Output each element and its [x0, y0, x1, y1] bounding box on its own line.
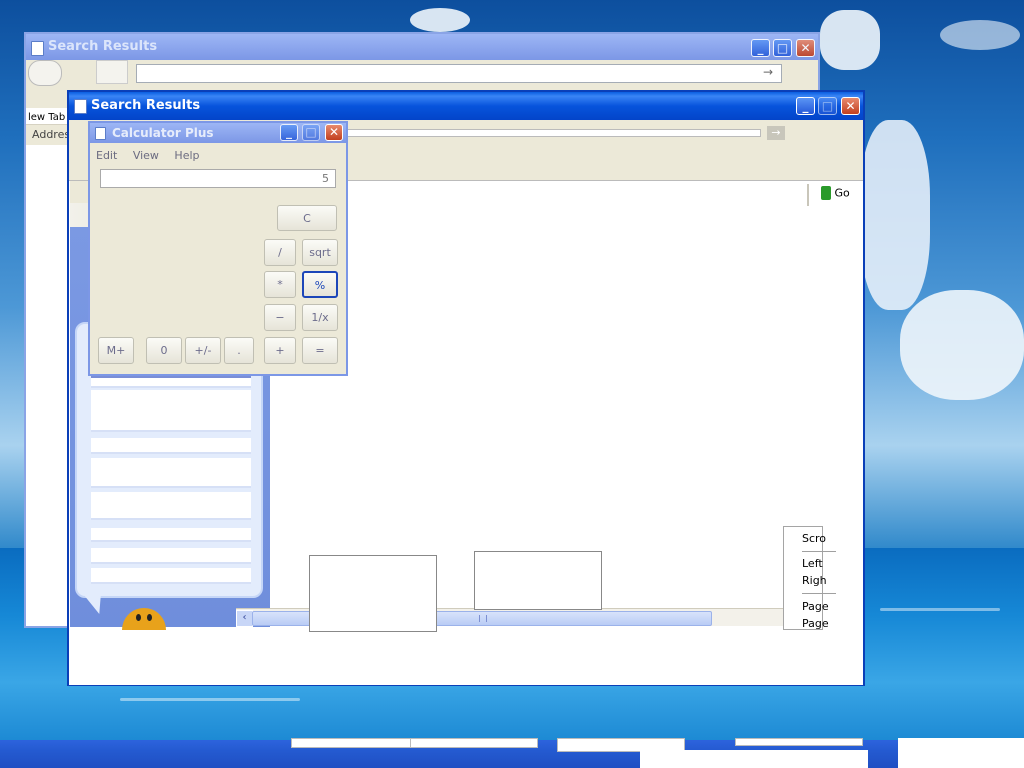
- system-tray: [898, 738, 1024, 768]
- back-button[interactable]: [28, 60, 62, 86]
- percent-button[interactable]: %: [302, 271, 338, 298]
- go-label: Go: [834, 186, 850, 200]
- minimize-button[interactable]: _: [796, 97, 815, 115]
- balloon-field: [91, 458, 251, 488]
- menu-item-scroll-here[interactable]: Scro: [802, 532, 826, 545]
- menu-item-page-right[interactable]: Page: [802, 617, 829, 630]
- clear-button[interactable]: C: [277, 205, 337, 231]
- go-arrow-icon[interactable]: →: [763, 65, 773, 79]
- taskbar-button[interactable]: [640, 750, 868, 768]
- divide-button[interactable]: /: [264, 239, 296, 266]
- sky-cloud: [900, 290, 1024, 400]
- menu-help[interactable]: Help: [174, 149, 199, 162]
- go-arrow-icon[interactable]: →: [767, 126, 785, 140]
- taskbar-button[interactable]: [291, 738, 413, 748]
- calculator-menu-bar: Edit View Help: [96, 149, 200, 162]
- menu-item-left-edge[interactable]: Left: [802, 557, 823, 570]
- close-button[interactable]: ✕: [796, 39, 815, 57]
- calculator-title-bar[interactable]: Calculator Plus _ □ ✕: [90, 123, 346, 143]
- address-field-back[interactable]: →: [136, 64, 782, 83]
- calculator-icon: [95, 127, 106, 140]
- blank-panel: [309, 555, 437, 632]
- close-button[interactable]: ✕: [841, 97, 860, 115]
- taskbar-button[interactable]: [735, 738, 863, 746]
- maximize-button[interactable]: □: [302, 124, 320, 141]
- menu-item-page-left[interactable]: Page: [802, 600, 829, 613]
- toolbar-divider: [807, 184, 809, 206]
- forward-button[interactable]: [96, 60, 128, 84]
- blank-panel: [474, 551, 602, 610]
- address-label: Addres: [32, 128, 71, 141]
- close-button[interactable]: ✕: [325, 124, 343, 141]
- menu-item-right-edge[interactable]: Righ: [802, 574, 827, 587]
- scroll-context-menu: Scro Left Righ Page Page: [783, 526, 836, 630]
- balloon-field: [91, 528, 251, 542]
- go-icon: [821, 186, 831, 200]
- minimize-button[interactable]: _: [751, 39, 770, 57]
- menu-edit[interactable]: Edit: [96, 149, 117, 162]
- decimal-button[interactable]: .: [224, 337, 254, 364]
- balloon-field: [91, 390, 251, 432]
- display-value: 5: [322, 172, 329, 185]
- sqrt-button[interactable]: sqrt: [302, 239, 338, 266]
- taskbar-button[interactable]: [410, 738, 538, 748]
- go-button[interactable]: Go: [821, 186, 861, 204]
- taskbar: [0, 738, 1024, 768]
- scroll-left-button[interactable]: ‹: [236, 610, 253, 627]
- equals-button[interactable]: =: [302, 337, 338, 364]
- title-bar-front[interactable]: Search Results _ □ ✕: [69, 92, 863, 120]
- tab-new[interactable]: lew Tab: [28, 112, 65, 123]
- plus-button[interactable]: +: [264, 337, 296, 364]
- sky-cloud: [410, 8, 470, 32]
- sky-cloud: [820, 10, 880, 70]
- memory-plus-button[interactable]: M+: [98, 337, 134, 364]
- calculator-display: 5: [100, 169, 336, 188]
- reciprocal-button[interactable]: 1/x: [302, 304, 338, 331]
- balloon-field: [91, 548, 251, 564]
- toolbar-back: →: [26, 60, 818, 88]
- page-icon: [74, 99, 87, 114]
- menu-view[interactable]: View: [133, 149, 159, 162]
- page-icon: [31, 41, 44, 56]
- minimize-button[interactable]: _: [280, 124, 298, 141]
- balloon-field: [91, 376, 251, 388]
- balloon-field: [91, 568, 251, 584]
- sky-cloud: [940, 20, 1020, 50]
- maximize-button[interactable]: □: [818, 97, 837, 115]
- sky-cloud: [860, 120, 930, 310]
- maximize-button[interactable]: □: [773, 39, 792, 57]
- title-bar-back[interactable]: Search Results _ □ ✕: [26, 34, 818, 60]
- multiply-button[interactable]: *: [264, 271, 296, 298]
- minus-button[interactable]: −: [264, 304, 296, 331]
- sign-button[interactable]: +/-: [185, 337, 221, 364]
- balloon-field: [91, 492, 251, 520]
- window-title-front: Search Results: [91, 98, 201, 113]
- calculator-title: Calculator Plus: [112, 126, 214, 140]
- window-title-back: Search Results: [48, 39, 158, 54]
- zero-button[interactable]: 0: [146, 337, 182, 364]
- grip-icon: [479, 615, 487, 622]
- balloon-field: [91, 438, 251, 454]
